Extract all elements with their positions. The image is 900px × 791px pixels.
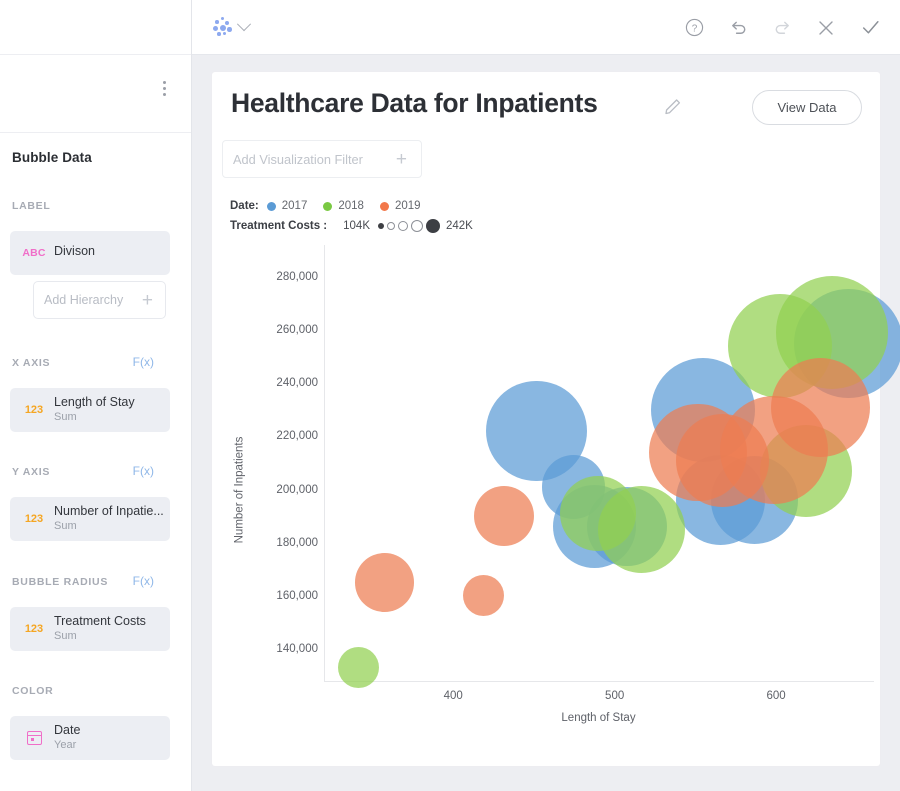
x-axis-tick-label: 400 <box>444 690 463 702</box>
bubble-point[interactable] <box>463 575 504 616</box>
y-axis-tick-label: 180,000 <box>238 537 318 549</box>
add-visualization-filter[interactable]: Add Visualization Filter + <box>222 140 422 178</box>
help-button[interactable]: ? <box>672 6 716 50</box>
close-button[interactable] <box>804 6 848 50</box>
toolbar-actions: ? <box>672 0 900 55</box>
y-axis-tick-label: 160,000 <box>238 590 318 602</box>
size-mark-icon <box>411 220 423 232</box>
legend-size-title: Treatment Costs : <box>230 220 327 232</box>
legend-dot-icon <box>380 202 389 211</box>
field-chip-aggregation: Sum <box>54 519 164 534</box>
legend-item-label: 2017 <box>282 200 308 212</box>
plot-area[interactable] <box>324 245 874 682</box>
legend-item-label: 2019 <box>395 200 421 212</box>
redo-button[interactable] <box>760 6 804 50</box>
legend-item-2019[interactable]: 2019 <box>380 200 421 212</box>
legend-dot-icon <box>323 202 332 211</box>
bubble-point[interactable] <box>474 486 534 546</box>
svg-text:?: ? <box>691 23 697 34</box>
bubble-radius-fx-link[interactable]: F(x) <box>133 574 154 588</box>
bubble-point[interactable] <box>598 486 686 574</box>
field-chip-date[interactable]: Date Year <box>10 716 170 760</box>
bubble-point[interactable] <box>355 553 414 612</box>
y-axis-tick-label: 200,000 <box>238 484 318 496</box>
y-axis-ticks: 140,000 160,000 180,000 200,000 220,000 240,0… <box>230 240 318 740</box>
section-label-x-axis: X AXIS <box>12 357 50 369</box>
undo-button[interactable] <box>716 6 760 50</box>
field-chip-aggregation: Sum <box>54 410 164 425</box>
size-mark-icon <box>378 223 384 229</box>
legend-dot-icon <box>267 202 276 211</box>
legend-size-min: 104K <box>343 220 370 232</box>
x-axis-tick-label: 500 <box>605 690 624 702</box>
x-axis-fx-link[interactable]: F(x) <box>133 355 154 369</box>
field-chip-number-of-inpatients[interactable]: 123 Number of Inpatie... Sum <box>10 497 170 541</box>
x-axis-tick-label: 600 <box>767 690 786 702</box>
legend-item-2017[interactable]: 2017 <box>267 200 308 212</box>
bubble-chart-icon <box>212 17 234 37</box>
view-data-button[interactable]: View Data <box>752 90 862 125</box>
x-axis-label: Length of Stay <box>324 712 873 724</box>
field-chip-length-of-stay[interactable]: 123 Length of Stay Sum <box>10 388 170 432</box>
sidebar-top-strip <box>0 0 191 55</box>
chart-type-picker[interactable] <box>212 12 249 42</box>
visualization-card: Healthcare Data for Inpatients View Data… <box>212 72 880 766</box>
calendar-icon <box>20 716 48 760</box>
y-axis-tick-label: 260,000 <box>238 324 318 336</box>
field-chip-name: Date <box>54 723 164 738</box>
field-chip-name: Number of Inpatie... <box>54 504 164 519</box>
size-mark-icon <box>426 219 440 233</box>
apply-button[interactable] <box>848 6 892 50</box>
field-chip-name: Divison <box>54 238 164 259</box>
section-label-color: COLOR <box>12 685 53 697</box>
y-axis-tick-label: 240,000 <box>238 377 318 389</box>
add-hierarchy-button[interactable]: Add Hierarchy + <box>33 281 166 319</box>
section-label-label: LABEL <box>12 200 51 212</box>
size-mark-icon <box>387 222 395 230</box>
y-axis-fx-link[interactable]: F(x) <box>133 464 154 478</box>
page-title: Healthcare Data for Inpatients <box>231 88 598 119</box>
add-visualization-filter-label: Add Visualization Filter <box>233 152 363 167</box>
bubble-point[interactable] <box>338 647 379 688</box>
chart-legend: Date: 2017 2018 2019 Treatment Costs : 1… <box>230 196 473 236</box>
bubble-chart: Number of Inpatients 140,000160,000180,0… <box>230 240 870 740</box>
legend-color-title: Date: <box>230 200 259 212</box>
y-axis-tick-label: 280,000 <box>238 271 318 283</box>
field-chip-name: Length of Stay <box>54 395 164 410</box>
plus-icon[interactable]: + <box>396 149 407 171</box>
section-label-y-axis: Y AXIS <box>12 466 50 478</box>
number-icon: 123 <box>20 607 48 651</box>
legend-size-scale <box>376 219 441 233</box>
y-axis-tick-label: 140,000 <box>238 643 318 655</box>
pencil-icon[interactable] <box>662 96 684 118</box>
bubble-point[interactable] <box>771 358 870 457</box>
size-mark-icon <box>398 221 408 231</box>
field-chip-aggregation: Sum <box>54 629 164 644</box>
data-panel-sidebar: Bubble Data LABEL ABC Divison Add Hierar… <box>0 0 192 791</box>
section-label-bubble-radius: BUBBLE RADIUS <box>12 576 108 588</box>
field-chip-name: Treatment Costs <box>54 614 164 629</box>
legend-item-label: 2018 <box>338 200 364 212</box>
sidebar-menu-row <box>0 55 191 133</box>
field-chip-treatment-costs[interactable]: 123 Treatment Costs Sum <box>10 607 170 651</box>
kebab-menu-icon[interactable] <box>156 81 172 99</box>
number-icon: 123 <box>20 497 48 541</box>
editor-toolbar: ? <box>192 0 900 55</box>
legend-row-size: Treatment Costs : 104K 242K <box>230 216 473 236</box>
panel-title: Bubble Data <box>12 150 92 165</box>
field-chip-divison[interactable]: ABC Divison <box>10 231 170 275</box>
plus-icon[interactable]: + <box>142 290 153 312</box>
visualization-editor: Bubble Data LABEL ABC Divison Add Hierar… <box>0 0 900 791</box>
y-axis-tick-label: 220,000 <box>238 430 318 442</box>
number-icon: 123 <box>20 388 48 432</box>
legend-item-2018[interactable]: 2018 <box>323 200 364 212</box>
chevron-down-icon <box>237 17 251 31</box>
legend-size-max: 242K <box>446 220 473 232</box>
field-chip-aggregation: Year <box>54 738 164 753</box>
legend-row-color: Date: 2017 2018 2019 <box>230 196 473 216</box>
add-hierarchy-label: Add Hierarchy <box>44 293 123 307</box>
abc-icon: ABC <box>20 231 48 275</box>
